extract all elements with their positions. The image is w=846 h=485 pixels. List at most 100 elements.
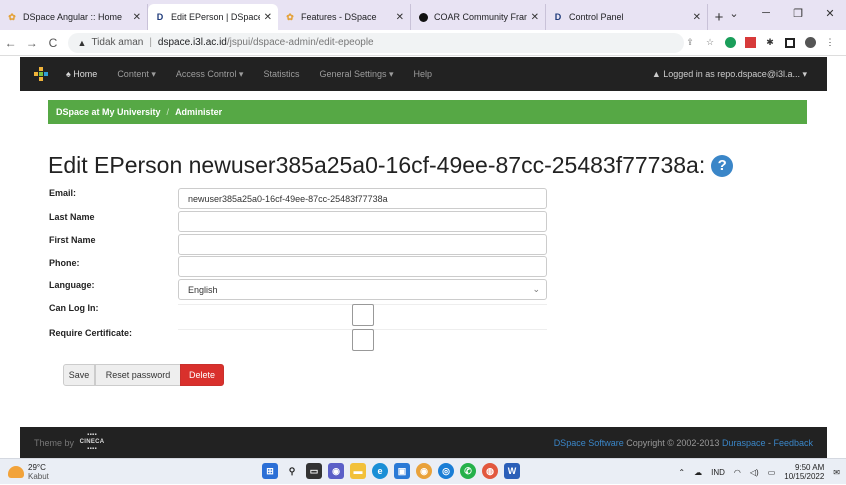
- more-menu-icon[interactable]: ⋮: [824, 37, 836, 49]
- teams-chat-icon[interactable]: ◉: [328, 463, 344, 479]
- messenger-icon[interactable]: ◎: [438, 463, 454, 479]
- user-menu[interactable]: ▲ Logged in as repo.dspace@i3l.a... ▾: [652, 69, 807, 80]
- copyright-text: Copyright © 2002-2013: [623, 437, 722, 448]
- feedback-link[interactable]: Feedback: [773, 438, 813, 448]
- can-log-in-checkbox[interactable]: [352, 304, 374, 326]
- first-name-label: First Name: [49, 235, 96, 245]
- can-log-in-label: Can Log In:: [49, 303, 99, 313]
- system-tray: ⌃ ☁ IND ◠ ◁) ▭ 9:50 AM 10/15/2022 ✉: [678, 459, 840, 485]
- task-view-icon[interactable]: ▭: [306, 463, 322, 479]
- clock-date: 10/15/2022: [784, 472, 825, 481]
- require-certificate-label: Require Certificate:: [49, 328, 133, 338]
- require-certificate-checkbox[interactable]: [352, 329, 374, 351]
- cineca-logo[interactable]: ▪▪▪▪ CINECA ▪▪▪▪: [76, 430, 108, 456]
- cineca-dots: ▪▪▪▪: [87, 432, 97, 438]
- phone-field[interactable]: [178, 256, 547, 277]
- save-button[interactable]: Save: [63, 364, 95, 386]
- window-controls: ⌄ ─ ❐ ✕: [718, 0, 846, 26]
- close-window-icon[interactable]: ✕: [814, 0, 846, 26]
- last-name-label: Last Name: [49, 212, 95, 222]
- nav-home[interactable]: ♠ Home: [66, 69, 97, 79]
- os-taskbar: 29°C Kabut ⊞ ⚲ ▭ ◉ ▬ e ▣ ◉ ◎ ✆ ◍ W ⌃ ☁ I…: [0, 458, 846, 484]
- security-label: Tidak aman: [91, 37, 144, 48]
- nav-help-label: Help: [413, 69, 433, 79]
- battery-icon[interactable]: ▭: [768, 468, 776, 477]
- profile-icon[interactable]: [804, 37, 816, 49]
- chevron-down-icon: ⌄: [532, 284, 540, 294]
- tab-features-dspace[interactable]: ✿ Features - DSpace ✕: [278, 4, 411, 30]
- language-indicator[interactable]: IND: [711, 468, 725, 477]
- tab-dspace-angular-home[interactable]: ✿ DSpace Angular :: Home ✕: [0, 4, 148, 30]
- reload-icon[interactable]: C: [42, 36, 63, 50]
- word-icon[interactable]: W: [504, 463, 520, 479]
- url-path: /jspui/dspace-admin/edit-epeople: [226, 37, 374, 48]
- delete-button[interactable]: Delete: [180, 364, 224, 386]
- help-icon[interactable]: ?: [711, 154, 734, 177]
- edge-icon[interactable]: e: [372, 463, 388, 479]
- nav-general-settings[interactable]: General Settings ▾: [319, 69, 393, 80]
- share-icon[interactable]: ⇪: [684, 37, 696, 49]
- puzzle-icon[interactable]: ✱: [764, 37, 776, 49]
- firefox-icon[interactable]: ◍: [482, 463, 498, 479]
- email-field[interactable]: newuser385a25a0-16cf-49ee-87cc-25483f777…: [178, 188, 547, 209]
- nav-content[interactable]: Content ▾: [117, 69, 156, 80]
- breadcrumb-root[interactable]: DSpace at My University: [56, 107, 161, 117]
- close-tab-icon[interactable]: ✕: [264, 12, 272, 23]
- chevron-down-icon[interactable]: ⌄: [718, 0, 750, 26]
- mail-extension-icon[interactable]: [744, 37, 756, 49]
- theme-credit: Theme by ▪▪▪▪ CINECA ▪▪▪▪: [34, 430, 108, 456]
- back-arrow-icon[interactable]: ←: [0, 36, 21, 50]
- nav-statistics[interactable]: Statistics: [263, 69, 299, 79]
- cineca-dots: ▪▪▪▪: [87, 446, 97, 452]
- windows-start-icon[interactable]: ⊞: [262, 463, 278, 479]
- weather-icon: [8, 465, 24, 478]
- breadcrumb-current[interactable]: Administer: [175, 107, 222, 117]
- sidebar-icon[interactable]: [784, 37, 796, 49]
- phone-label: Phone:: [49, 258, 80, 268]
- language-select[interactable]: English ⌄: [178, 279, 547, 300]
- whatsapp-icon[interactable]: ✆: [460, 463, 476, 479]
- tab-edit-eperson[interactable]: D Edit EPerson | DSpace at M ✕: [148, 4, 278, 30]
- url-host: dspace.i3l.ac.id: [157, 37, 227, 48]
- reset-password-button[interactable]: Reset password: [95, 364, 181, 386]
- close-tab-icon[interactable]: ✕: [693, 12, 701, 23]
- weather-condition: Kabut: [28, 471, 49, 481]
- chrome-icon[interactable]: ◉: [416, 463, 432, 479]
- star-icon[interactable]: ☆: [704, 37, 716, 49]
- first-name-field[interactable]: [178, 234, 547, 255]
- clock[interactable]: 9:50 AM 10/15/2022: [784, 463, 824, 481]
- wifi-icon[interactable]: ◠: [734, 468, 741, 477]
- chrome-extension-icon[interactable]: [724, 37, 736, 49]
- store-icon[interactable]: ▣: [394, 463, 410, 479]
- dspace-d-icon: D: [554, 12, 562, 22]
- search-icon[interactable]: ⚲: [284, 463, 300, 479]
- close-tab-icon[interactable]: ✕: [396, 12, 404, 23]
- tab-label: Features - DSpace: [301, 12, 377, 22]
- nav-access-control[interactable]: Access Control ▾: [176, 69, 244, 80]
- caret-down-icon: ▾: [148, 68, 156, 79]
- volume-icon[interactable]: ◁): [750, 468, 759, 477]
- forward-arrow-icon[interactable]: →: [21, 36, 42, 50]
- duraspace-link[interactable]: Duraspace: [722, 438, 766, 448]
- restore-icon[interactable]: ❐: [782, 0, 814, 26]
- weather-widget[interactable]: 29°C Kabut: [8, 463, 49, 481]
- notification-icon[interactable]: ✉: [833, 468, 840, 477]
- coar-icon: [417, 11, 429, 23]
- dspace-software-link[interactable]: DSpace Software: [554, 438, 624, 448]
- dspace-logo-icon[interactable]: [34, 67, 52, 81]
- url-input[interactable]: ▲ Tidak aman | dspace.i3l.ac.id /jspui/d…: [67, 32, 684, 53]
- nav-help[interactable]: Help: [414, 69, 433, 79]
- cloud-icon[interactable]: ☁: [694, 468, 702, 477]
- tab-label: DSpace Angular :: Home: [23, 12, 123, 22]
- user-icon: ▲: [651, 68, 664, 79]
- tab-coar-framework[interactable]: COAR Community Framew ✕: [411, 4, 546, 30]
- file-explorer-icon[interactable]: ▬: [350, 463, 366, 479]
- close-tab-icon[interactable]: ✕: [531, 12, 539, 23]
- extension-toolbar: ⇪ ☆ ✱ ⋮: [684, 37, 846, 49]
- last-name-field[interactable]: [178, 211, 547, 232]
- tab-control-panel[interactable]: D Control Panel ✕: [546, 4, 708, 30]
- close-tab-icon[interactable]: ✕: [133, 12, 141, 23]
- chevron-up-icon[interactable]: ⌃: [678, 468, 685, 477]
- cineca-logo-text: CINECA: [79, 439, 105, 445]
- minimize-icon[interactable]: ─: [750, 0, 782, 26]
